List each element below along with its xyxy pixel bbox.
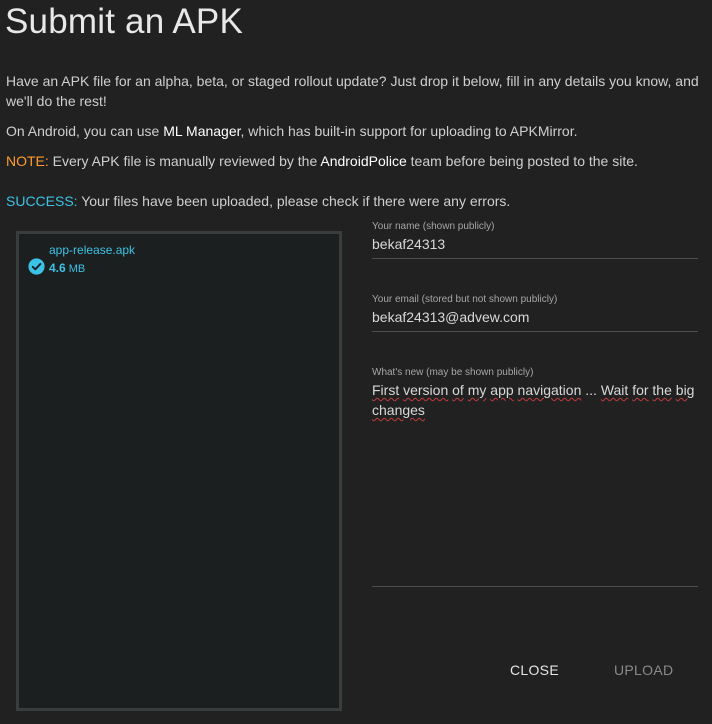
word: First	[372, 382, 400, 398]
name-input[interactable]	[372, 233, 698, 259]
note-suffix: team before being posted to the site.	[406, 153, 638, 169]
file-size-value: 4.6	[49, 261, 66, 275]
whatsnew-textarea[interactable]: First version of my app navigation ... W…	[372, 379, 698, 587]
word: ...	[585, 382, 597, 398]
androidpolice-link[interactable]: AndroidPolice	[320, 153, 406, 169]
android-info-prefix: On Android, you can use	[6, 123, 164, 139]
word: of	[452, 382, 464, 398]
name-label: Your name (shown publicly)	[372, 221, 495, 232]
page-title: Submit an APK	[5, 2, 244, 41]
email-input[interactable]	[372, 306, 698, 332]
email-field: Your email (stored but not shown publicl…	[372, 294, 698, 332]
word: app	[490, 382, 514, 398]
ml-manager-link[interactable]: ML Manager	[163, 123, 240, 139]
word: Wait	[600, 382, 629, 398]
word: the	[652, 382, 672, 398]
email-label: Your email (stored but not shown publicl…	[372, 294, 558, 305]
word: changes	[372, 402, 425, 418]
whatsnew-label: What's new (may be shown publicly)	[372, 367, 534, 378]
success-message: SUCCESS: Your files have been uploaded, …	[6, 191, 706, 211]
check-circle-icon	[28, 258, 45, 275]
note-prefix: Every APK file is manually reviewed by t…	[48, 153, 321, 169]
word: navigation	[517, 382, 582, 398]
success-text: Your files have been uploaded, please ch…	[77, 193, 511, 209]
intro-text: Have an APK file for an alpha, beta, or …	[6, 73, 699, 109]
word: version	[403, 382, 449, 398]
file-size-unit: MB	[68, 263, 86, 275]
note-text: NOTE: Every APK file is manually reviewe…	[6, 151, 706, 171]
file-dropzone[interactable]: app-release.apk 4.6 MB	[16, 231, 342, 711]
file-size: 4.6 MB	[49, 261, 135, 276]
uploaded-file-item: app-release.apk 4.6 MB	[28, 241, 135, 276]
name-field: Your name (shown publicly)	[372, 221, 698, 259]
submit-apk-dialog: Submit an APK Have an APK file for an al…	[0, 0, 712, 724]
android-info: On Android, you can use ML Manager, whic…	[6, 121, 706, 141]
success-label: SUCCESS:	[6, 193, 78, 209]
word: big	[675, 382, 695, 398]
close-button[interactable]: CLOSE	[502, 658, 567, 682]
whatsnew-field: What's new (may be shown publicly) First…	[372, 367, 698, 587]
word: for	[632, 382, 649, 398]
word: my	[467, 382, 487, 398]
file-name: app-release.apk	[49, 243, 136, 257]
android-info-suffix: , which has built-in support for uploadi…	[240, 123, 578, 139]
note-label: NOTE:	[6, 153, 49, 169]
upload-button[interactable]: UPLOAD	[606, 658, 681, 682]
